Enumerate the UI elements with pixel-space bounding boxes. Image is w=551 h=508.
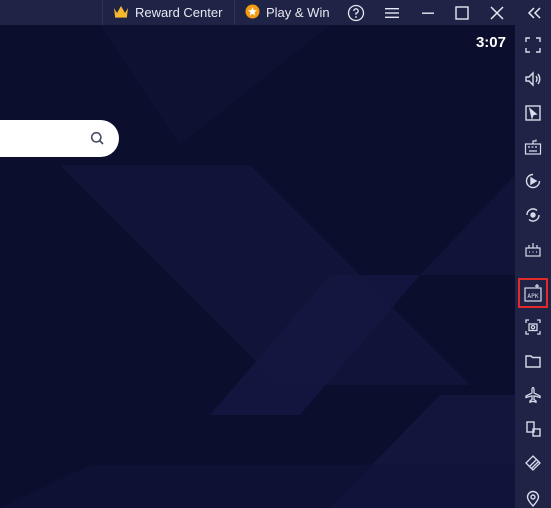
right-sidebar: APK <box>515 25 551 508</box>
multi-instance-icon[interactable] <box>518 414 548 444</box>
close-icon[interactable] <box>483 0 511 25</box>
maximize-icon[interactable] <box>448 0 476 25</box>
keyboard-controls-icon[interactable] <box>518 132 548 162</box>
search-icon[interactable] <box>90 131 105 151</box>
minimize-icon[interactable] <box>414 0 442 25</box>
play-win-label: Play & Win <box>266 5 330 20</box>
media-record-icon[interactable] <box>518 166 548 196</box>
reward-center-label: Reward Center <box>135 5 223 20</box>
folder-icon[interactable] <box>518 346 548 376</box>
crown-icon <box>113 4 129 21</box>
eco-mode-icon[interactable] <box>518 448 548 478</box>
volume-icon[interactable] <box>518 64 548 94</box>
location-icon[interactable] <box>518 484 548 508</box>
emulator-screen[interactable]: 3:07 <box>0 25 515 508</box>
pointer-icon[interactable] <box>518 98 548 128</box>
title-bar: Reward Center Play & Win <box>0 0 551 25</box>
search-bar[interactable] <box>0 120 119 157</box>
reward-center-button[interactable]: Reward Center <box>102 0 234 25</box>
fullscreen-icon[interactable] <box>518 30 548 60</box>
background-pattern <box>0 25 515 508</box>
airplane-mode-icon[interactable] <box>518 380 548 410</box>
apk-label: APK <box>527 293 538 300</box>
menu-icon[interactable] <box>378 0 406 25</box>
screenshot-icon[interactable] <box>518 312 548 342</box>
help-icon[interactable] <box>342 0 370 25</box>
clock: 3:07 <box>475 34 506 51</box>
install-apk-icon[interactable]: APK <box>518 278 548 308</box>
star-coin-icon <box>245 4 260 22</box>
collapse-sidebar-icon[interactable] <box>520 0 548 25</box>
rotate-icon[interactable] <box>518 200 548 230</box>
play-win-button[interactable]: Play & Win <box>234 0 334 25</box>
macro-icon[interactable] <box>518 234 548 264</box>
